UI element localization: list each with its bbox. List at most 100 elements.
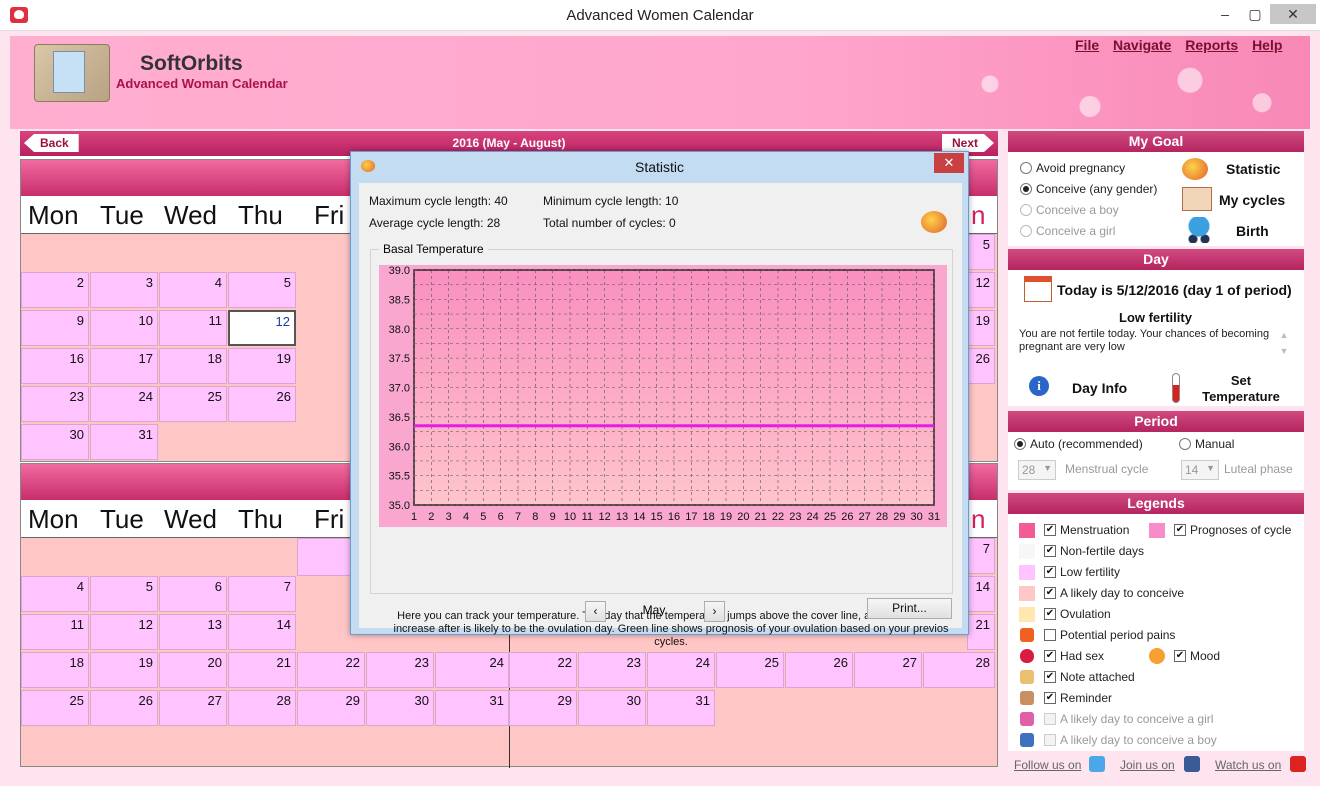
day-cell[interactable]: 6 — [159, 576, 227, 612]
prognoses-checkbox[interactable]: ✔ — [1174, 524, 1186, 536]
legend-checkbox[interactable] — [1044, 734, 1056, 746]
menu-reports[interactable]: Reports — [1185, 37, 1238, 53]
day-cell[interactable]: 21 — [967, 614, 995, 650]
legend-checkbox[interactable]: ✔ — [1044, 608, 1056, 620]
day-cell[interactable]: 26 — [228, 386, 296, 422]
day-cell[interactable]: 3 — [90, 272, 158, 308]
day-cell[interactable]: 25 — [716, 652, 784, 688]
day-cell[interactable]: 10 — [90, 310, 158, 346]
avoid-pregnancy-radio[interactable] — [1020, 162, 1032, 174]
day-cell[interactable]: 30 — [578, 690, 646, 726]
period-auto-radio[interactable] — [1014, 438, 1026, 450]
day-cell[interactable]: 28 — [923, 652, 995, 688]
conceive-any-radio[interactable] — [1020, 183, 1032, 195]
baby-stroller-icon[interactable] — [1184, 217, 1214, 243]
day-cell[interactable]: 7 — [228, 576, 296, 612]
day-cell[interactable]: 11 — [21, 614, 89, 650]
day-cell[interactable]: 19 — [228, 348, 296, 384]
day-cell[interactable]: 16 — [21, 348, 89, 384]
menstrual-cycle-select[interactable]: 28 ▼ — [1018, 460, 1056, 480]
description-scrollbar[interactable]: ▲ ▼ — [1278, 327, 1290, 367]
day-cell[interactable]: 22 — [297, 652, 365, 688]
day-cell[interactable]: 23 — [21, 386, 89, 422]
day-cell[interactable]: 27 — [854, 652, 922, 688]
thermometer-icon[interactable] — [1172, 373, 1180, 403]
legend-checkbox[interactable]: ✔ — [1044, 692, 1056, 704]
day-cell[interactable]: 26 — [967, 348, 995, 384]
calendar-cycles-icon[interactable] — [1182, 187, 1212, 211]
day-cell[interactable]: 14 — [228, 614, 296, 650]
legend-checkbox[interactable]: ✔ — [1044, 545, 1056, 557]
day-cell[interactable]: 24 — [647, 652, 715, 688]
menu-navigate[interactable]: Navigate — [1113, 37, 1171, 53]
day-cell[interactable]: 23 — [578, 652, 646, 688]
day-cell[interactable]: 12 — [90, 614, 158, 650]
period-manual-radio[interactable] — [1179, 438, 1191, 450]
day-cell[interactable]: 31 — [90, 424, 158, 460]
close-window-button[interactable]: ✕ — [1270, 4, 1316, 24]
legend-checkbox[interactable]: ✔ — [1044, 566, 1056, 578]
legend-checkbox[interactable]: ✔ — [1044, 587, 1056, 599]
day-cell[interactable]: 31 — [435, 690, 509, 726]
day-cell[interactable]: 22 — [509, 652, 577, 688]
day-cell[interactable]: 19 — [967, 310, 995, 346]
menu-help[interactable]: Help — [1252, 37, 1282, 53]
day-cell[interactable]: 29 — [509, 690, 577, 726]
info-icon[interactable]: i — [1029, 376, 1049, 396]
day-cell[interactable]: 4 — [159, 272, 227, 308]
mood-checkbox[interactable]: ✔ — [1174, 650, 1186, 662]
day-cell[interactable]: 7 — [967, 538, 995, 574]
dialog-close-button[interactable]: ✕ — [934, 153, 964, 173]
print-button[interactable]: Print... — [867, 598, 952, 619]
minimize-button[interactable]: – — [1210, 4, 1240, 24]
day-cell[interactable]: 12 — [967, 272, 995, 308]
day-cell[interactable]: 21 — [228, 652, 296, 688]
next-button[interactable]: Next — [942, 134, 994, 152]
conceive-boy-radio[interactable] — [1020, 204, 1032, 216]
day-cell[interactable]: 5 — [90, 576, 158, 612]
day-cell[interactable]: 17 — [90, 348, 158, 384]
day-cell[interactable]: 5 — [228, 272, 296, 308]
pie-chart-icon[interactable] — [1182, 158, 1208, 180]
day-cell[interactable]: 18 — [21, 652, 89, 688]
day-cell[interactable]: 28 — [228, 690, 296, 726]
day-cell[interactable]: 20 — [159, 652, 227, 688]
day-cell[interactable]: 30 — [366, 690, 434, 726]
youtube-icon[interactable] — [1290, 756, 1306, 772]
prev-month-button[interactable]: ‹ — [585, 601, 606, 622]
set-temperature-link[interactable]: Set Temperature — [1200, 373, 1282, 405]
day-cell[interactable]: 11 — [159, 310, 227, 346]
day-cell[interactable]: 26 — [90, 690, 158, 726]
legend-checkbox[interactable]: ✔ — [1044, 650, 1056, 662]
legend-checkbox[interactable] — [1044, 629, 1056, 641]
my-cycles-link[interactable]: My cycles — [1219, 192, 1285, 208]
day-cell[interactable]: 31 — [647, 690, 715, 726]
day-cell[interactable]: 24 — [435, 652, 509, 688]
legend-checkbox[interactable] — [1044, 713, 1056, 725]
day-cell[interactable]: 29 — [297, 690, 365, 726]
follow-us-link[interactable]: Follow us on — [1014, 758, 1081, 772]
day-cell[interactable]: 2 — [21, 272, 89, 308]
join-us-link[interactable]: Join us on — [1120, 758, 1175, 772]
day-cell[interactable]: 14 — [967, 576, 995, 612]
day-cell[interactable]: 25 — [21, 690, 89, 726]
day-cell[interactable]: 12 — [228, 310, 296, 346]
menu-file[interactable]: File — [1075, 37, 1099, 53]
day-cell[interactable]: 26 — [785, 652, 853, 688]
restore-button[interactable]: ▢ — [1240, 4, 1270, 24]
day-cell[interactable]: 19 — [90, 652, 158, 688]
day-cell[interactable]: 18 — [159, 348, 227, 384]
day-cell[interactable]: 9 — [21, 310, 89, 346]
day-cell[interactable]: 13 — [159, 614, 227, 650]
next-month-button[interactable]: › — [704, 601, 725, 622]
day-cell[interactable]: 30 — [21, 424, 89, 460]
day-cell[interactable]: 23 — [366, 652, 434, 688]
day-info-link[interactable]: Day Info — [1072, 380, 1127, 396]
twitter-icon[interactable] — [1089, 756, 1105, 772]
conceive-girl-radio[interactable] — [1020, 225, 1032, 237]
legend-checkbox[interactable]: ✔ — [1044, 671, 1056, 683]
day-cell[interactable]: 25 — [159, 386, 227, 422]
day-cell[interactable]: 5 — [967, 234, 995, 270]
facebook-icon[interactable] — [1184, 756, 1200, 772]
day-cell[interactable]: 27 — [159, 690, 227, 726]
